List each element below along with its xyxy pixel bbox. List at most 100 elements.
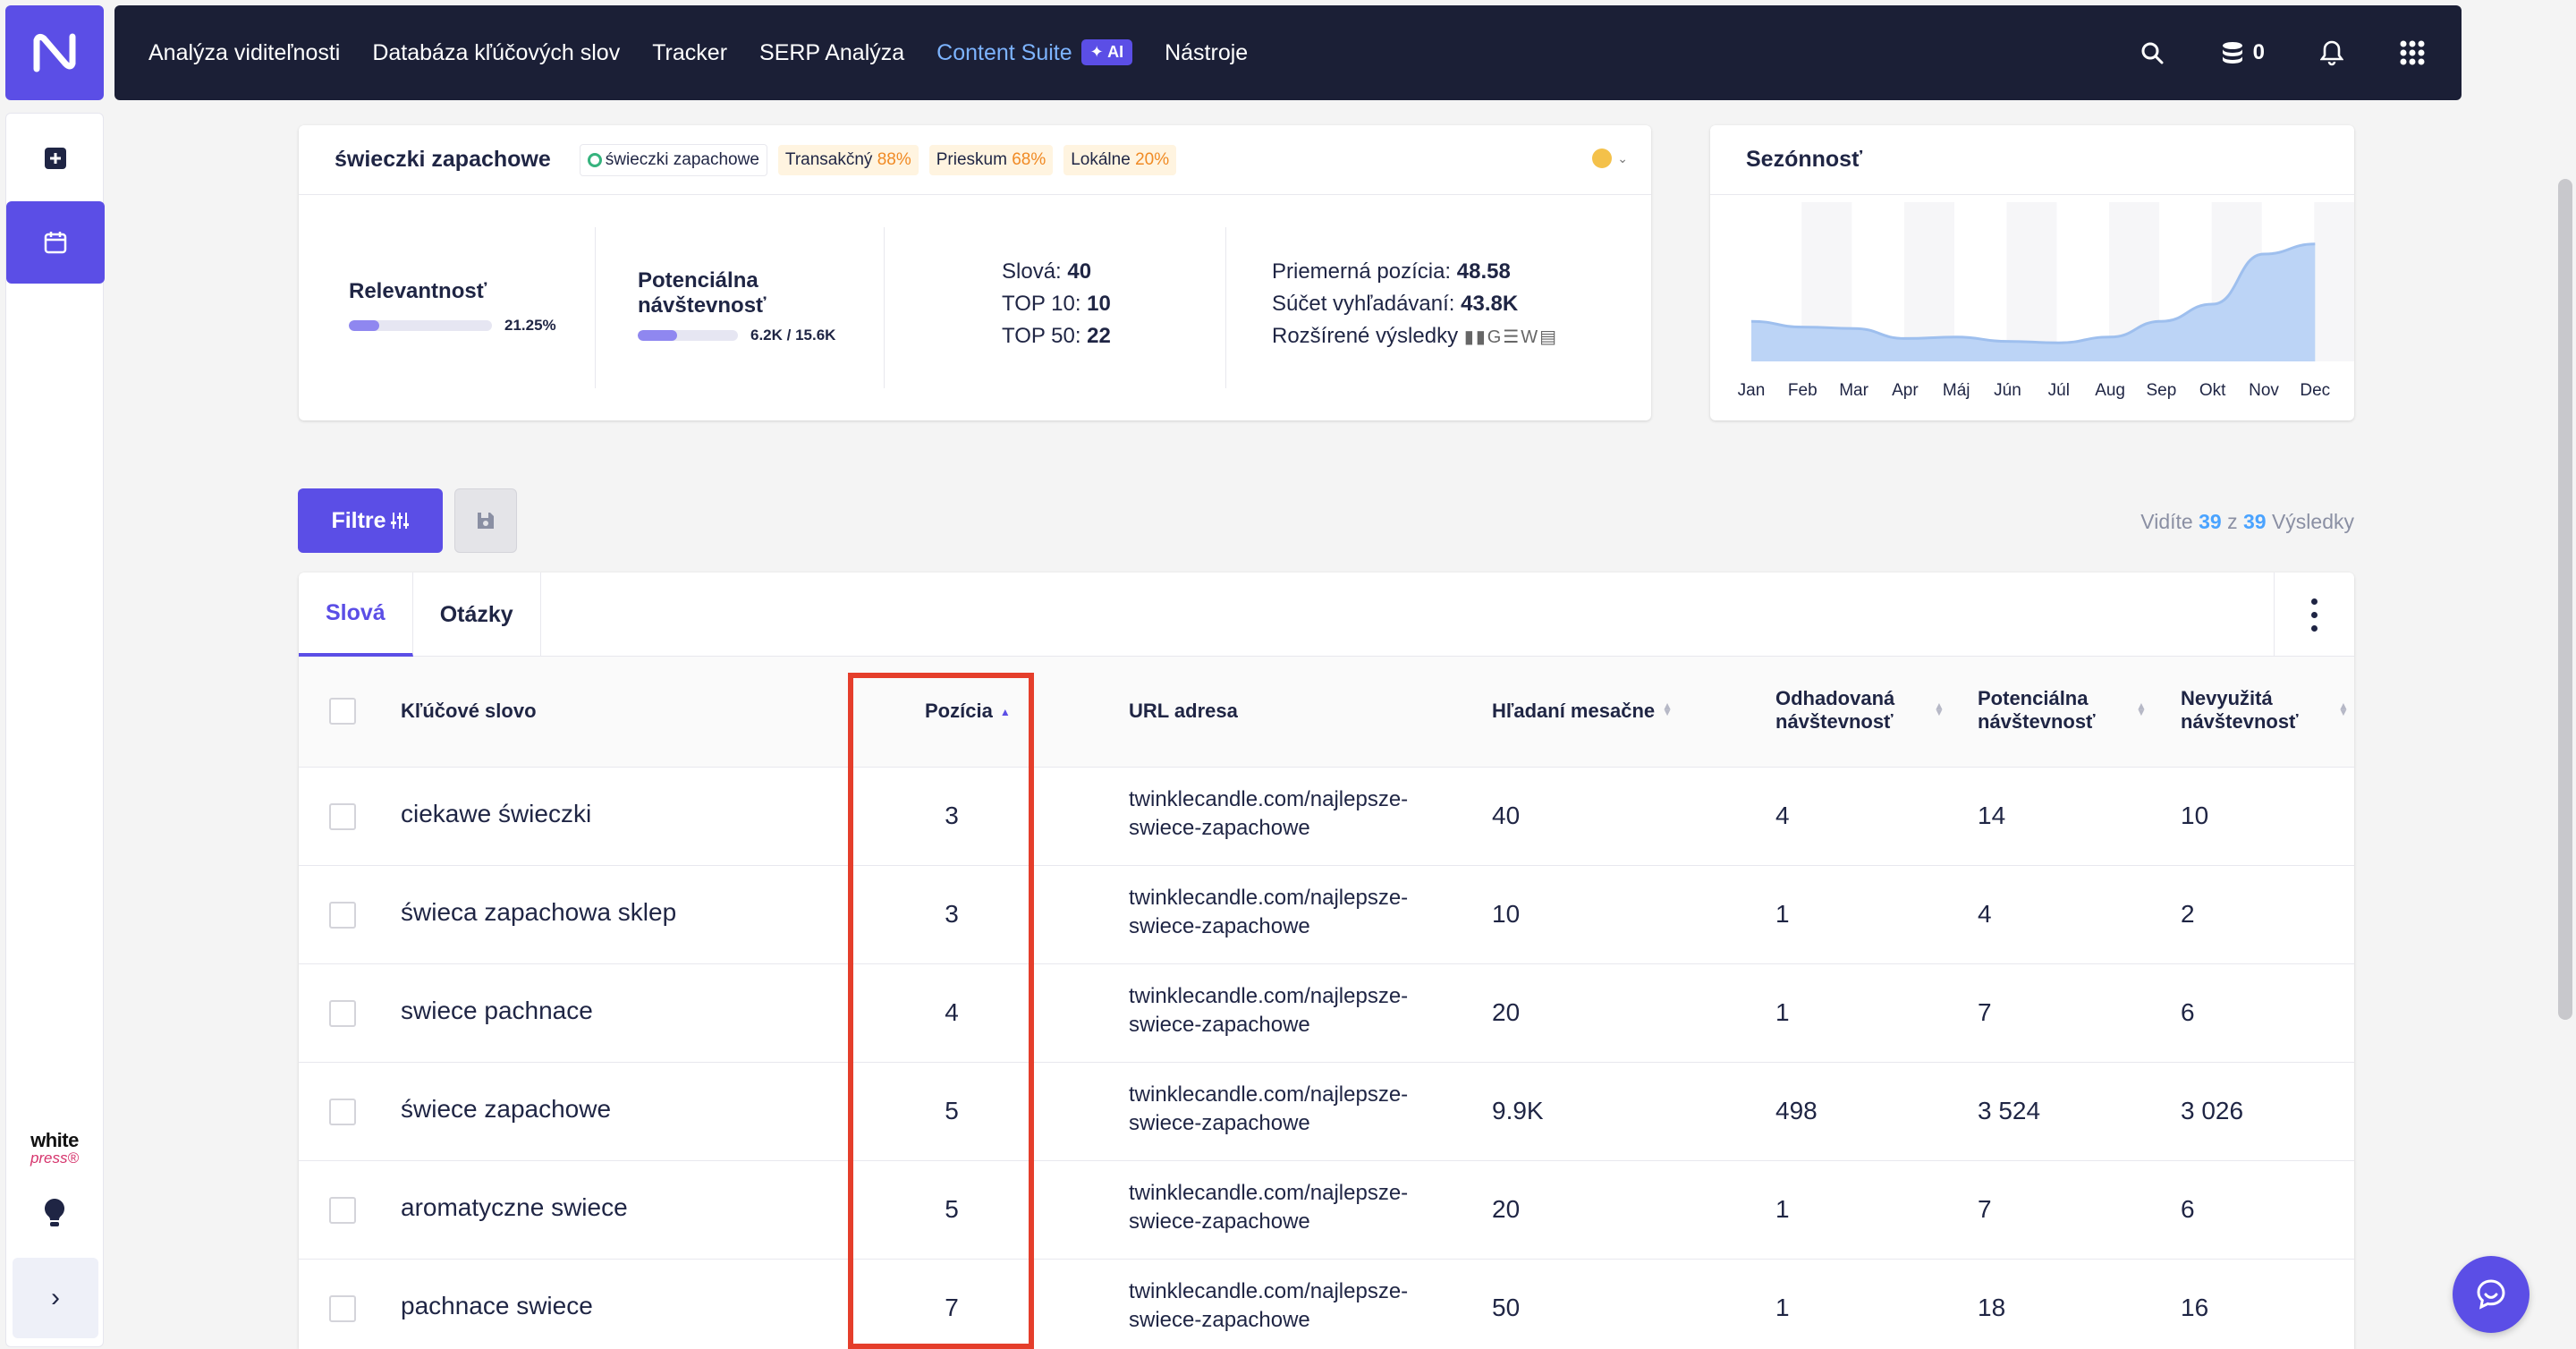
search-button[interactable]: [2140, 41, 2164, 64]
cell-searches: 20: [1492, 998, 1521, 1026]
nav-tools[interactable]: Nástroje: [1165, 40, 1248, 66]
status-dropdown[interactable]: ⌄: [1592, 148, 1628, 168]
col-estimated-traffic[interactable]: Odhadovaná návštevnosť: [1775, 687, 1945, 734]
cell-keyword: świece zapachowe: [401, 1095, 612, 1123]
cell-pot-traffic: 7: [1978, 998, 1992, 1026]
page-scrollbar[interactable]: [2558, 179, 2572, 1020]
divider: [595, 227, 596, 388]
cell-est-traffic: 1: [1775, 1294, 1790, 1321]
month-tick-label: Máj: [1943, 381, 1970, 400]
save-icon: [478, 513, 494, 529]
cell-est-traffic: 4: [1775, 802, 1790, 829]
cell-url[interactable]: twinklecandle.com/najlepsze-swiece-zapac…: [1129, 785, 1451, 843]
month-column: [2314, 202, 2354, 361]
cell-pot-traffic: 4: [1978, 900, 1992, 928]
month-tick-label: Jún: [1994, 381, 2021, 400]
cell-searches: 20: [1492, 1195, 1521, 1223]
month-tick-label: Apr: [1892, 381, 1919, 400]
nav-keyword-database[interactable]: Databáza kľúčových slov: [372, 40, 620, 66]
chevron-right-icon: ›: [51, 1283, 60, 1312]
cell-unused-traffic: 10: [2181, 802, 2209, 829]
cell-searches: 10: [1492, 900, 1521, 928]
nav-content-suite-label: Content Suite: [936, 40, 1072, 65]
row-checkbox[interactable]: [329, 1099, 356, 1125]
row-checkbox[interactable]: [329, 1197, 356, 1224]
tab-questions[interactable]: Otázky: [413, 573, 541, 657]
potential-traffic-label: Potenciálna návštevnosť: [638, 268, 767, 318]
stat-search-sum: Súčet vyhľadávaní: 43.8K: [1272, 292, 1519, 316]
cell-url[interactable]: twinklecandle.com/najlepsze-swiece-zapac…: [1129, 1179, 1451, 1236]
seasonality-title: Sezónnosť: [1746, 147, 1863, 172]
select-all-checkbox[interactable]: [329, 698, 356, 725]
stat-top10: TOP 10: 10: [1002, 292, 1111, 316]
cell-url[interactable]: twinklecandle.com/najlepsze-swiece-zapac…: [1129, 1277, 1451, 1335]
cell-keyword: świeca zapachowa sklep: [401, 898, 677, 926]
keyword-stats-right: Priemerná pozícia: 48.58 Súčet vyhľadáva…: [1272, 256, 1558, 353]
relevance-value: 21.25%: [504, 316, 556, 334]
filters-button[interactable]: Filtre: [298, 488, 443, 553]
relevance-metric: Relevantnosť 21.25%: [349, 279, 556, 335]
seasonality-header: Sezónnosť: [1710, 125, 2354, 195]
credits-button[interactable]: 0: [2219, 40, 2265, 65]
cell-unused-traffic: 2: [2181, 900, 2195, 928]
row-checkbox[interactable]: [329, 803, 356, 830]
tips-button[interactable]: [5, 1177, 104, 1249]
month-tick-label: Aug: [2095, 381, 2125, 400]
save-filter-button[interactable]: [454, 488, 517, 553]
notifications-button[interactable]: [2320, 39, 2343, 66]
cell-pot-traffic: 3 524: [1978, 1097, 2041, 1124]
sort-icon[interactable]: ▲ ▼: [1934, 700, 1945, 718]
cell-pot-traffic: 18: [1978, 1294, 2006, 1321]
apps-menu-button[interactable]: [2399, 39, 2426, 66]
month-tick-label: Feb: [1788, 381, 1818, 400]
main-keyword-chip: świeczki zapachowe: [579, 143, 767, 176]
intent-chip-transactional: Transakčný 88%: [777, 144, 919, 175]
potential-traffic-bar: [638, 330, 738, 342]
potential-traffic-metric: Potenciálna návštevnosť 6.2K / 15.6K: [638, 268, 843, 344]
cell-url[interactable]: twinklecandle.com/najlepsze-swiece-zapac…: [1129, 884, 1451, 941]
col-keyword[interactable]: Kľúčové slovo: [401, 700, 537, 723]
calendar-button[interactable]: [6, 201, 105, 284]
month-tick-label: Sep: [2146, 381, 2176, 400]
table-row[interactable]: aromatyczne swiece 5 twinklecandle.com/n…: [299, 1161, 2354, 1260]
top-navigation: Analýza viditeľnosti Databáza kľúčových …: [114, 5, 2462, 100]
lightbulb-icon: [44, 1199, 65, 1226]
cell-url[interactable]: twinklecandle.com/najlepsze-swiece-zapac…: [1129, 1081, 1451, 1138]
col-url[interactable]: URL adresa: [1129, 700, 1238, 723]
table-row[interactable]: świeca zapachowa sklep 3 twinklecandle.c…: [299, 866, 2354, 964]
sort-icon[interactable]: ▲ ▼: [2136, 700, 2147, 718]
cell-est-traffic: 1: [1775, 900, 1790, 928]
keywords-table-card: Slová Otázky Kľúčové slovo Pozícia ▲ URL …: [299, 573, 2354, 1349]
table-row[interactable]: swiece pachnace 4 twinklecandle.com/najl…: [299, 964, 2354, 1063]
whitepress-logo[interactable]: white press®: [25, 1131, 84, 1167]
table-row[interactable]: pachnace swiece 7 twinklecandle.com/najl…: [299, 1260, 2354, 1349]
add-project-button[interactable]: [6, 123, 105, 194]
expand-sidebar-button[interactable]: ›: [13, 1258, 98, 1338]
app-logo-icon: [33, 33, 76, 72]
sort-icon[interactable]: ▲ ▼: [2338, 700, 2349, 718]
keyword-card-header: świeczki zapachowe świeczki zapachowe Tr…: [299, 125, 1651, 195]
row-checkbox[interactable]: [329, 902, 356, 929]
app-logo[interactable]: [5, 5, 104, 100]
cell-unused-traffic: 16: [2181, 1294, 2209, 1321]
table-row[interactable]: ciekawe świeczki 3 twinklecandle.com/naj…: [299, 768, 2354, 866]
nav-content-suite[interactable]: Content Suite ✦ AI: [936, 39, 1133, 66]
col-monthly-searches[interactable]: Hľadaní mesačne ▲ ▼: [1492, 700, 1673, 723]
cell-searches: 40: [1492, 802, 1521, 829]
col-potential-traffic[interactable]: Potenciálna návštevnosť: [1978, 687, 2148, 734]
col-unused-traffic[interactable]: Nevyužitá návštevnosť: [2181, 687, 2333, 734]
stat-words: Slová: 40: [1002, 259, 1092, 284]
table-row[interactable]: świece zapachowe 5 twinklecandle.com/naj…: [299, 1063, 2354, 1161]
tab-words[interactable]: Slová: [299, 573, 413, 657]
cell-url[interactable]: twinklecandle.com/najlepsze-swiece-zapac…: [1129, 982, 1451, 1039]
chevron-down-icon: ⌄: [1617, 150, 1628, 165]
nav-actions: 0: [2140, 5, 2462, 100]
chat-support-button[interactable]: [2453, 1256, 2529, 1333]
nav-serp-analysis[interactable]: SERP Analýza: [759, 40, 904, 66]
row-checkbox[interactable]: [329, 1000, 356, 1027]
nav-visibility-analysis[interactable]: Analýza viditeľnosti: [148, 40, 340, 66]
row-checkbox[interactable]: [329, 1295, 356, 1322]
table-options-button[interactable]: [2274, 573, 2354, 657]
nav-tracker[interactable]: Tracker: [652, 40, 727, 66]
table-header: Kľúčové slovo Pozícia ▲ URL adresa Hľadan…: [299, 657, 2354, 768]
